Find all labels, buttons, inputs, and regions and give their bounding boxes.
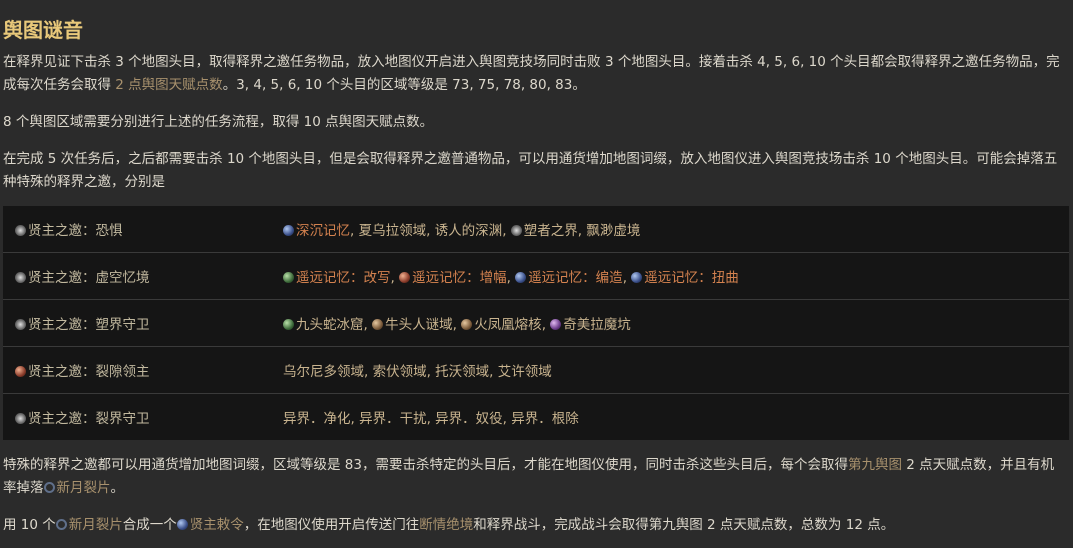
table-row: 贤主之邀：虚空忆境 遥远记忆：改写, 遥远记忆：增幅, 遥远记忆：编造, 遥远记忆… <box>3 252 1069 300</box>
invitation-name-cell: 贤主之邀：虚空忆境 <box>3 252 283 300</box>
invitation-icon <box>15 413 26 424</box>
memory-link[interactable]: 深沉记忆 <box>296 223 350 239</box>
craft-text-2: 合成一个 <box>122 517 177 533</box>
map-name[interactable]: 牛头人谜域 <box>385 317 453 333</box>
regions-paragraph: 8 个舆图区域需要分别进行上述的任务流程，取得 10 点舆图天赋点数。 <box>3 114 434 130</box>
crescent-fragment-link[interactable]: 新月裂片 <box>57 480 111 496</box>
intro-paragraph: 在释界见证下击杀 3 个地图头目，取得释界之邀任务物品，放入地图仪开启进入舆图竞… <box>3 51 1067 97</box>
craft-text-3: ，在地图仪使用开启传送门往 <box>243 517 420 533</box>
invitation-name[interactable]: 贤主之邀：虚空忆境 <box>28 270 150 286</box>
map-name[interactable]: 夏乌拉领域 <box>359 223 427 239</box>
invitation-maps-cell: 深沉记忆, 夏乌拉领域, 诱人的深渊, 塑者之界, 飘渺虚境 <box>283 206 1069 253</box>
special-text-1: 特殊的释界之邀都可以用通货增加地图词缀，区域等级是 83，需要击杀特定的头目后，… <box>3 457 848 473</box>
page-title: 舆图谜音 <box>3 18 83 42</box>
memory-link[interactable]: 遥远记忆：改写 <box>296 270 391 286</box>
memory-link[interactable]: 遥远记忆：编造 <box>528 270 623 286</box>
invitation-maps-cell: 异界．净化, 异界．干扰, 异界．奴役, 异界．根除 <box>283 394 1069 441</box>
map-icon <box>283 319 294 330</box>
absence-of-patience-link[interactable]: 断情绝境 <box>419 517 473 533</box>
table-row: 贤主之邀：塑界守卫 九头蛇冰窟, 牛头人谜域, 火凤凰熔核, 奇美拉魔坑 <box>3 299 1069 347</box>
map-icon <box>461 319 473 330</box>
invitation-name-cell: 贤主之邀：恐惧 <box>3 206 283 253</box>
craft-paragraph: 用 10 个新月裂片合成一个 贤主敕令，在地图仪使用开启传送门往断情绝境和释界战斗… <box>3 514 1067 537</box>
ninth-atlas-link[interactable]: 第九舆图 <box>848 457 902 473</box>
special-invitations-paragraph: 在完成 5 次任务后，之后都需要击杀 10 个地图头目，但是会取得释界之邀普通物… <box>3 151 1058 190</box>
invitation-icon <box>15 319 26 330</box>
map-name[interactable]: 乌尔尼多领域, 索伏领域, 托沃领域, 艾许领域 <box>283 364 552 380</box>
invitation-name-cell: 贤主之邀：塑界守卫 <box>3 299 283 347</box>
invitation-name[interactable]: 贤主之邀：塑界守卫 <box>28 317 150 333</box>
map-icon <box>372 319 384 330</box>
separator: , <box>390 270 400 286</box>
table-row: 贤主之邀：裂隙领主 乌尔尼多领域, 索伏领域, 托沃领域, 艾许领域 <box>3 346 1069 394</box>
separator: , <box>350 223 359 239</box>
maven-writ-icon <box>176 519 188 530</box>
table-row: 贤主之邀：恐惧 深沉记忆, 夏乌拉领域, 诱人的深渊, 塑者之界, 飘渺虚境 <box>3 206 1069 253</box>
map-icon <box>515 272 527 283</box>
invitation-name[interactable]: 贤主之邀：恐惧 <box>28 223 123 239</box>
map-icon <box>631 272 643 283</box>
map-icon <box>283 225 294 236</box>
invitation-name[interactable]: 贤主之邀：裂隙领主 <box>28 364 150 380</box>
invitation-icon <box>15 225 26 236</box>
invitation-name-cell: 贤主之邀：裂界守卫 <box>3 394 283 441</box>
page: 舆图谜音 在释界见证下击杀 3 个地图头目，取得释界之邀任务物品，放入地图仪开启… <box>0 0 1073 537</box>
separator: , <box>452 317 462 333</box>
invitation-maps-cell: 遥远记忆：改写, 遥远记忆：增幅, 遥远记忆：编造, 遥远记忆：扭曲 <box>283 252 1069 300</box>
separator: , <box>363 317 373 333</box>
invitation-maps-cell: 乌尔尼多领域, 索伏领域, 托沃领域, 艾许领域 <box>283 346 1069 394</box>
table-row: 贤主之邀：裂界守卫 异界．净化, 异界．干扰, 异界．奴役, 异界．根除 <box>3 394 1069 441</box>
map-icon <box>283 272 294 283</box>
invitation-maps-cell: 九头蛇冰窟, 牛头人谜域, 火凤凰熔核, 奇美拉魔坑 <box>283 299 1069 347</box>
separator: , <box>506 270 516 286</box>
craft-text-4: 和释界战斗，完成战斗会取得第九舆图 2 点天赋点数，总数为 12 点。 <box>473 517 895 533</box>
maven-writ-link[interactable]: 贤主敕令 <box>190 517 244 533</box>
invitations-table: 贤主之邀：恐惧 深沉记忆, 夏乌拉领域, 诱人的深渊, 塑者之界, 飘渺虚境 贤主之… <box>3 206 1069 440</box>
map-icon <box>399 272 411 283</box>
intro-text-2: 。3, 4, 5, 6, 10 个头目的区域等级是 73, 75, 78, 80… <box>222 77 586 93</box>
special-text-3: 。 <box>110 480 125 496</box>
invitation-icon <box>15 272 26 283</box>
map-name[interactable]: 飘渺虚境 <box>586 223 640 239</box>
separator: , <box>426 223 435 239</box>
crescent-fragment-icon <box>55 519 67 530</box>
separator: , <box>622 270 632 286</box>
map-name[interactable]: 塑者之界 <box>524 223 578 239</box>
special-info-paragraph: 特殊的释界之邀都可以用通货增加地图词缀，区域等级是 83，需要击杀特定的头目后，… <box>3 454 1067 500</box>
map-name[interactable]: 奇美拉魔坑 <box>563 317 631 333</box>
craft-text-1: 用 10 个 <box>3 517 56 533</box>
memory-link[interactable]: 遥远记忆：扭曲 <box>644 270 739 286</box>
separator: , <box>502 223 511 239</box>
invitation-name[interactable]: 贤主之邀：裂界守卫 <box>28 411 150 427</box>
separator: , <box>541 317 551 333</box>
map-name[interactable]: 异界．净化, 异界．干扰, 异界．奴役, 异界．根除 <box>283 411 579 427</box>
invitation-icon <box>15 366 26 377</box>
atlas-points-link[interactable]: 2 点舆图天赋点数 <box>115 77 222 93</box>
invitation-name-cell: 贤主之邀：裂隙领主 <box>3 346 283 394</box>
crescent-fragment-link[interactable]: 新月裂片 <box>69 517 123 533</box>
map-icon <box>510 225 522 236</box>
memory-link[interactable]: 遥远记忆：增幅 <box>412 270 507 286</box>
crescent-fragment-icon <box>43 482 55 493</box>
map-icon <box>550 319 562 330</box>
map-name[interactable]: 诱人的深渊 <box>435 223 503 239</box>
map-name[interactable]: 九头蛇冰窟 <box>296 317 364 333</box>
map-name[interactable]: 火凤凰熔核 <box>474 317 542 333</box>
